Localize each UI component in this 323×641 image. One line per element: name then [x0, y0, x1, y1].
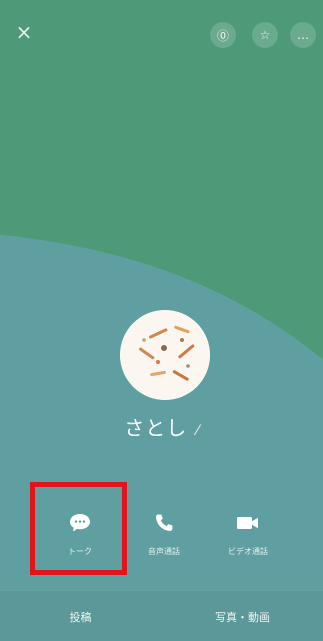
tab-photos-videos[interactable]: 写真・動画: [162, 591, 323, 641]
avatar-image: [120, 310, 210, 400]
tab-posts[interactable]: 投稿: [0, 591, 161, 641]
bottom-tab-bar: 投稿 写真・動画: [0, 590, 323, 641]
profile-screen: × ⓪ ☆ … さとし ⁄ トーク 音声通話 ビデオ通話 投稿 写真・動画: [0, 0, 323, 641]
profile-avatar[interactable]: [120, 310, 210, 400]
more-options-icon[interactable]: …: [290, 22, 316, 48]
top-toolbar: × ⓪ ☆ …: [0, 0, 323, 64]
video-call-button[interactable]: ビデオ通話: [206, 492, 290, 580]
close-icon[interactable]: ×: [10, 18, 38, 46]
voice-call-button[interactable]: 音声通話: [122, 492, 206, 580]
edit-name-icon[interactable]: ⁄: [196, 423, 198, 439]
share-icon[interactable]: ⓪: [210, 22, 236, 48]
voice-call-label: 音声通話: [148, 547, 180, 556]
video-camera-icon: [235, 510, 261, 536]
favorite-star-icon[interactable]: ☆: [252, 22, 278, 48]
annotation-highlight-box: [30, 482, 127, 575]
phone-icon: [151, 510, 177, 536]
profile-name-row: さとし ⁄: [0, 412, 323, 441]
profile-name: さとし: [124, 416, 188, 440]
video-call-label: ビデオ通話: [228, 547, 268, 556]
